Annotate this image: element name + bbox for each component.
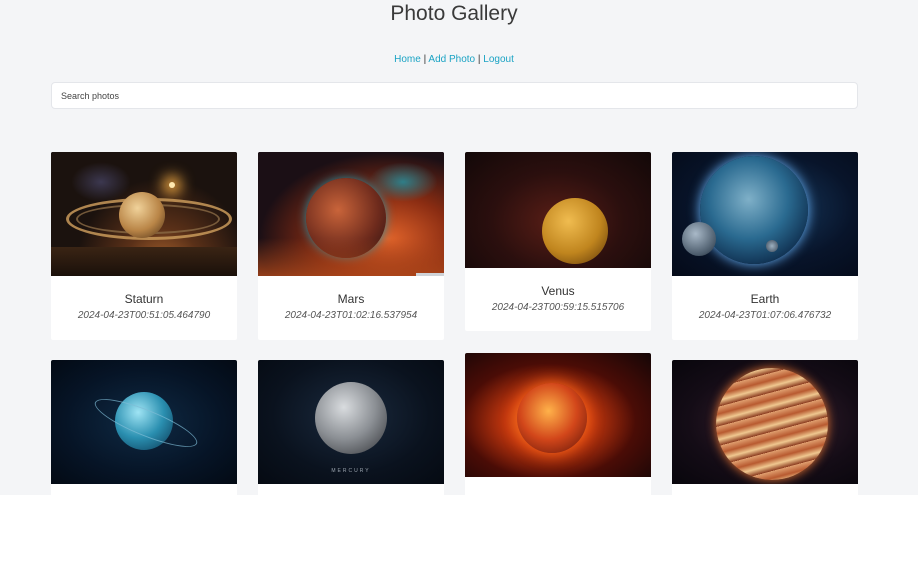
photo-card-earth[interactable]: Earth 2024-04-23T01:07:06.476732 bbox=[672, 152, 858, 340]
photo-image: MERCURY bbox=[258, 360, 444, 484]
photo-name: Earth bbox=[750, 292, 780, 306]
photo-image bbox=[465, 152, 651, 268]
photo-timestamp: 2024-04-23T01:07:06.476732 bbox=[698, 310, 832, 321]
photo-image bbox=[465, 353, 651, 477]
page-title: Photo Gallery bbox=[390, 2, 518, 25]
photo-card[interactable] bbox=[672, 360, 858, 495]
nav-logout-link[interactable]: Logout bbox=[483, 54, 514, 65]
nav-home-link[interactable]: Home bbox=[394, 54, 421, 65]
photo-name: Staturn bbox=[124, 292, 164, 306]
nav-separator: | bbox=[477, 54, 481, 65]
photo-timestamp: 2024-04-23T01:02:16.537954 bbox=[284, 310, 418, 321]
search-input[interactable] bbox=[51, 82, 858, 109]
photo-card[interactable] bbox=[51, 360, 237, 495]
photo-image bbox=[258, 152, 444, 276]
photo-image bbox=[51, 360, 237, 484]
photo-timestamp: 2024-04-23T00:51:05.464790 bbox=[77, 310, 211, 321]
photo-timestamp: 2024-04-23T00:59:15.515706 bbox=[491, 302, 625, 313]
gallery-page: Photo Gallery Home | Add Photo | Logout … bbox=[0, 0, 918, 495]
photo-image bbox=[672, 152, 858, 276]
photo-name: Venus bbox=[541, 284, 575, 298]
nav-add-photo-link[interactable]: Add Photo bbox=[428, 54, 475, 65]
photo-card[interactable] bbox=[465, 353, 651, 495]
photo-image bbox=[672, 360, 858, 484]
photo-name: Mars bbox=[337, 292, 365, 306]
photo-image bbox=[51, 152, 237, 276]
photo-card[interactable]: MERCURY bbox=[258, 360, 444, 495]
photo-card-staturn[interactable]: Staturn 2024-04-23T00:51:05.464790 bbox=[51, 152, 237, 340]
image-caption: MERCURY bbox=[331, 468, 371, 474]
nav-bar: Home | Add Photo | Logout bbox=[0, 54, 908, 65]
photo-card-mars[interactable]: Mars 2024-04-23T01:02:16.537954 bbox=[258, 152, 444, 340]
photo-card-venus[interactable]: Venus 2024-04-23T00:59:15.515706 bbox=[465, 152, 651, 331]
nav-separator: | bbox=[423, 54, 427, 65]
